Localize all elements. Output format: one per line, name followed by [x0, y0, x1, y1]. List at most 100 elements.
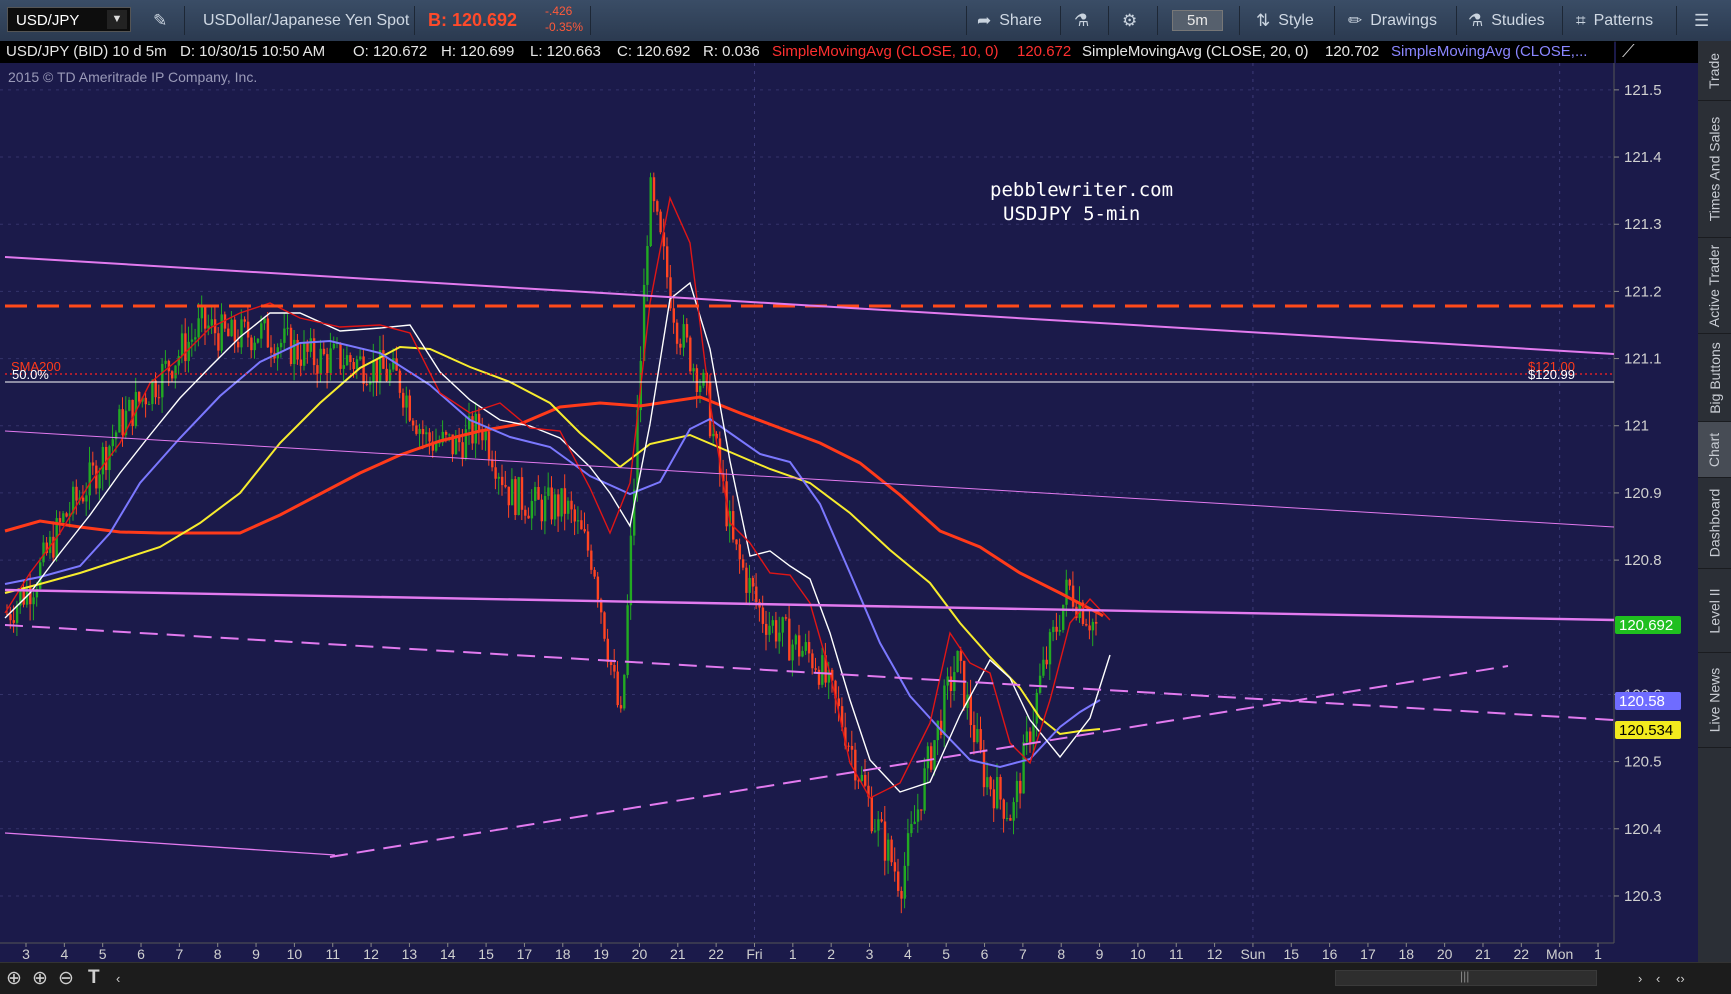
candle-body — [428, 432, 431, 442]
x-tick-label: 3 — [22, 946, 30, 962]
x-tick-label: 9 — [252, 946, 260, 962]
candle-body — [194, 337, 197, 340]
y-tick-label: 120.9 — [1624, 485, 1662, 502]
scroll-left-icon[interactable]: ‹ — [116, 971, 120, 986]
timeframe-button[interactable]: 5m — [1172, 0, 1223, 41]
candle-body — [240, 319, 243, 348]
side-tab-live-news[interactable]: Live News — [1698, 653, 1731, 748]
bottom-bar: ⊕ ⊕ ⊖ T ‹ ||| › ‹ ‹› — [0, 962, 1731, 994]
scroll-right-icon[interactable]: › — [1638, 971, 1642, 986]
candle-body — [200, 306, 204, 319]
candle-body — [633, 489, 636, 536]
candle-body — [606, 638, 609, 662]
text-tool-icon[interactable]: T — [88, 967, 100, 989]
candle-body — [557, 494, 560, 517]
candle-body — [920, 809, 923, 811]
candle-body — [999, 777, 1002, 800]
candle-body — [864, 774, 867, 786]
candle-body — [850, 745, 854, 750]
crosshair-icon[interactable]: ⊕ — [6, 967, 22, 990]
candle-body — [666, 246, 669, 278]
candle-body — [230, 319, 233, 337]
side-tab-dashboard[interactable]: Dashboard — [1698, 478, 1731, 569]
candle-body — [778, 632, 781, 642]
candle-body — [1005, 818, 1009, 820]
candle-body — [352, 362, 355, 370]
candle-body — [1038, 675, 1042, 693]
patterns-button[interactable]: ⌗ Patterns — [1576, 0, 1653, 41]
candle-body — [1055, 626, 1058, 632]
side-tab-times-and-sales[interactable]: Times And Sales — [1698, 101, 1731, 238]
zoom-in-icon[interactable]: ⊕ — [32, 967, 48, 990]
candle-body — [507, 486, 510, 506]
candle-body — [887, 839, 890, 861]
side-tab-active-trader[interactable]: Active Trader — [1698, 238, 1731, 334]
candle-body — [963, 660, 966, 708]
candle-body — [204, 306, 207, 329]
candle-body — [976, 729, 979, 743]
settings-button[interactable]: ⚙ — [1122, 0, 1145, 41]
candle-body — [685, 324, 689, 338]
fib-value-label: $120.99 — [1528, 367, 1575, 382]
candle-body — [375, 360, 378, 382]
candle-body — [903, 865, 906, 899]
last-price-text: 120.692 — [1619, 617, 1673, 634]
candle-body — [293, 339, 296, 365]
price-chart[interactable]: pebblewriter.com USDJPY 5-min SMA200 50.… — [0, 63, 1698, 962]
horizontal-scrollbar[interactable]: ||| — [1335, 969, 1597, 986]
share-button[interactable]: ➦ Share — [977, 0, 1042, 41]
candle-body — [900, 890, 903, 899]
side-tab-trade[interactable]: Trade — [1698, 41, 1731, 101]
expand-left-icon[interactable]: ‹ — [1656, 971, 1660, 986]
candle-body — [553, 494, 557, 520]
style-button[interactable]: ⇅ Style — [1256, 0, 1314, 41]
side-tab-big-buttons[interactable]: Big Buttons — [1698, 334, 1731, 422]
candle-body — [174, 365, 177, 379]
candle-body — [930, 746, 933, 770]
candle-body — [121, 409, 124, 436]
candle-body — [329, 348, 332, 374]
candle-body — [659, 211, 662, 233]
candle-body — [283, 328, 286, 343]
studies-button[interactable]: ⚗ Studies — [1468, 0, 1545, 41]
candle-body — [573, 509, 576, 522]
candle-body — [972, 725, 976, 743]
candle-body — [154, 380, 157, 398]
candle-body — [62, 513, 65, 523]
candle-body — [15, 605, 19, 623]
flask-button[interactable]: ⚗ — [1074, 0, 1097, 41]
zoom-out-icon[interactable]: ⊖ — [58, 967, 74, 990]
expand-icon[interactable]: ‹› — [1676, 971, 1685, 986]
candle-body — [916, 809, 920, 822]
sma20-value: 120.702 — [1325, 43, 1380, 60]
sma50-label: SimpleMovingAvg (CLOSE,... — [1391, 43, 1588, 60]
candle-body — [923, 768, 926, 811]
candle-body — [679, 343, 682, 348]
candle-body — [147, 404, 151, 406]
candle-body — [890, 839, 893, 863]
candle-body — [233, 319, 237, 342]
candle-body — [619, 705, 623, 709]
candle-body — [1032, 723, 1035, 745]
x-tick-label: 18 — [555, 946, 571, 962]
pencil-icon[interactable]: ✎ — [153, 0, 175, 41]
change-percent: -0.35% — [545, 20, 584, 34]
symbol-selector[interactable]: USD/JPY ▼ — [7, 7, 131, 32]
side-tab-level-ii[interactable]: Level II — [1698, 569, 1731, 653]
candle-body — [359, 356, 362, 360]
candle-body — [689, 337, 692, 372]
candle-body — [837, 698, 840, 707]
list-menu-button[interactable]: ☰ — [1694, 0, 1717, 41]
candle-body — [388, 369, 392, 381]
candle-body — [210, 319, 213, 326]
drawings-button[interactable]: ✏ Drawings — [1348, 0, 1437, 41]
side-tab-chart[interactable]: Chart — [1698, 422, 1731, 478]
candle-body — [877, 819, 880, 831]
chart-scale-icon[interactable]: ⟋ — [1622, 41, 1635, 62]
toolbar: USD/JPY ▼ ✎ USDollar/Japanese Yen Spot B… — [0, 0, 1731, 42]
candle-body — [237, 341, 240, 348]
chevron-down-icon[interactable]: ▼ — [107, 10, 127, 29]
candle-body — [906, 833, 910, 866]
candle-body — [1058, 629, 1062, 632]
change-value: -.426 — [545, 4, 573, 18]
